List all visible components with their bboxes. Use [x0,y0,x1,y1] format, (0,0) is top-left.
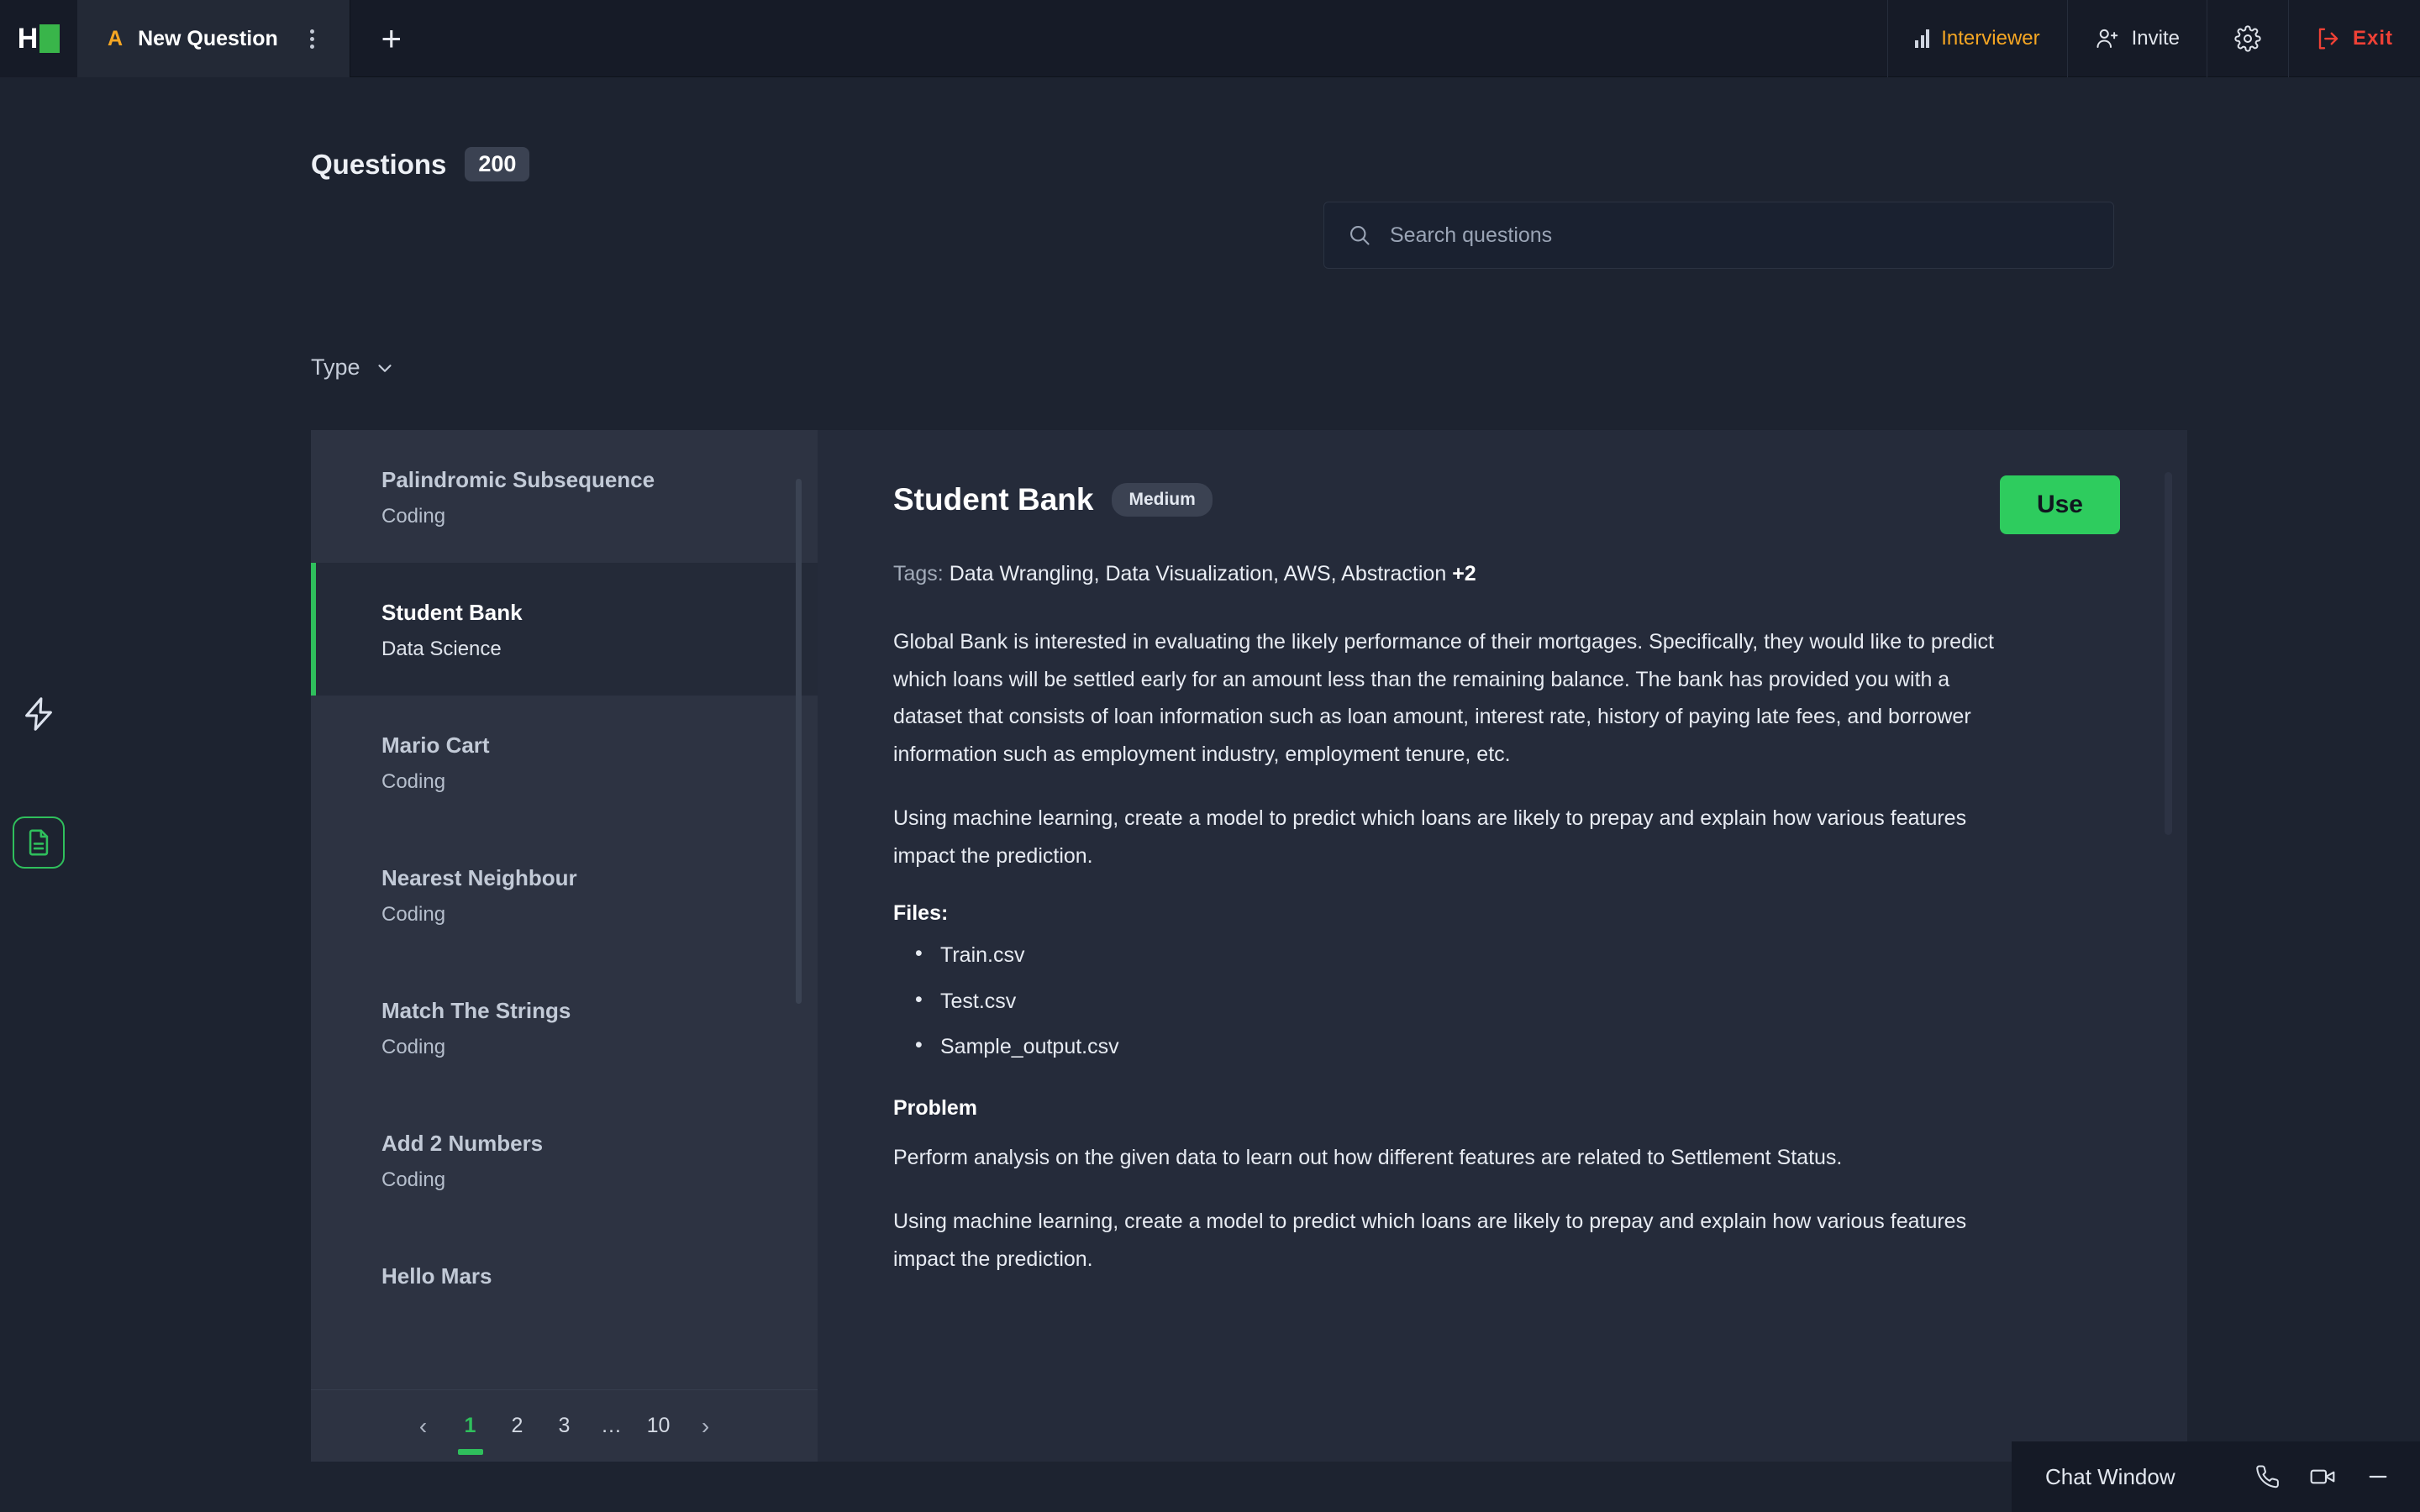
list-item[interactable]: Nearest Neighbour Coding [311,828,818,961]
tab-title: New Question [138,26,278,50]
question-detail-panel: Student Bank Medium Use Tags: Data Wrang… [818,430,2187,1462]
difficulty-badge: Medium [1112,483,1213,517]
document-icon[interactable] [13,816,65,869]
question-list-panel: Palindromic Subsequence Coding Student B… [311,430,818,1462]
files-list: Train.csv Test.csv Sample_output.csv [915,942,2120,1059]
question-name: Nearest Neighbour [381,865,577,890]
question-type: Coding [381,1168,446,1191]
bar-chart-icon [1915,29,1930,48]
pagination-ellipsis: … [601,1414,622,1437]
add-tab-button[interactable]: + [350,0,433,77]
pagination: ‹ 1 2 3 … 10 › [311,1389,818,1462]
question-type: Coding [381,505,446,528]
top-bar-spacer [433,0,1887,76]
hackerrank-logo[interactable]: H [0,0,77,77]
interviewer-button[interactable]: Interviewer [1887,0,2066,77]
question-list: Palindromic Subsequence Coding Student B… [311,430,818,1462]
file-item: Train.csv [915,942,2120,968]
question-type: Coding [381,903,446,926]
search-questions-box[interactable]: Search questions [1323,202,2114,269]
question-name: Student Bank [381,600,523,625]
tab-avatar: A [108,26,124,50]
chevron-down-icon [374,357,396,379]
exit-icon [2316,26,2341,51]
question-name: Match The Strings [381,998,571,1023]
tags-row: Tags: Data Wrangling, Data Visualization… [893,562,2120,586]
lightning-bolt-icon[interactable] [19,695,58,733]
problem-heading: Problem [893,1095,978,1120]
question-type: Data Science [381,638,502,660]
minimize-icon[interactable] [2365,1463,2391,1490]
logo-green-square [39,24,60,53]
detail-body: Global Bank is interested in evaluating … [893,623,2120,1278]
pagination-next[interactable]: › [682,1413,729,1440]
tab-new-question[interactable]: A New Question [77,0,350,77]
pagination-prev[interactable]: ‹ [400,1413,447,1440]
search-icon [1348,223,1371,247]
list-item[interactable]: Palindromic Subsequence Coding [311,430,818,563]
problem-paragraph-2: Using machine learning, create a model t… [893,1210,1967,1271]
chat-actions [2255,1463,2391,1490]
pagination-page-3[interactable]: 3 [541,1414,588,1438]
pagination-page-2[interactable]: 2 [494,1414,541,1438]
phone-icon[interactable] [2255,1464,2281,1489]
detail-scrollbar[interactable] [2165,472,2172,835]
gear-icon [2234,25,2261,52]
main-content: Questions 200 Search questions Type Pali… [77,77,2420,1512]
file-item: Test.csv [915,989,2120,1014]
invite-label: Invite [2131,27,2180,50]
tags-more-count[interactable]: +2 [1452,562,1476,585]
top-bar: H A New Question + Interviewer Invite Ex… [0,0,2420,77]
kebab-menu-icon[interactable] [293,24,326,54]
chat-window-title: Chat Window [2045,1463,2175,1489]
question-name: Add 2 Numbers [381,1131,544,1156]
description-paragraph-2: Using machine learning, create a model t… [893,806,1967,868]
question-name: Palindromic Subsequence [381,467,655,492]
page-header: Questions 200 [311,147,530,181]
user-add-icon [2095,26,2120,51]
tags-value: Data Wrangling, Data Visualization, AWS,… [949,562,1447,585]
question-count-badge: 200 [465,147,530,181]
pagination-page-1[interactable]: 1 [447,1414,494,1438]
list-item[interactable]: Hello Mars [311,1226,818,1359]
problem-paragraph-1: Perform analysis on the given data to le… [893,1145,1843,1169]
detail-title: Student Bank [893,482,1094,517]
use-button[interactable]: Use [1999,475,2120,534]
type-filter-label: Type [311,354,360,380]
list-item[interactable]: Add 2 Numbers Coding [311,1094,818,1226]
logo-letter-h: H [17,23,39,55]
file-item: Sample_output.csv [915,1034,2120,1059]
video-camera-icon[interactable] [2309,1463,2336,1490]
interviewer-label: Interviewer [1941,27,2040,50]
exit-label: Exit [2352,27,2393,50]
chat-window-bar[interactable]: Chat Window [2012,1441,2420,1512]
invite-button[interactable]: Invite [2066,0,2207,77]
pagination-page-10[interactable]: 10 [635,1414,682,1438]
question-type: Coding [381,1036,446,1058]
question-list-scrollbar[interactable] [796,479,802,1004]
list-item-selected[interactable]: Student Bank Data Science [311,563,818,696]
question-name: Hello Mars [381,1263,492,1289]
list-item[interactable]: Match The Strings Coding [311,961,818,1094]
files-heading: Files: [893,901,949,925]
list-item[interactable]: Mario Cart Coding [311,696,818,828]
exit-button[interactable]: Exit [2287,0,2420,77]
question-name: Mario Cart [381,732,490,758]
detail-header: Student Bank Medium Use [893,475,2120,534]
search-input[interactable]: Search questions [1390,223,1552,248]
tags-label: Tags: [893,562,944,585]
left-rail [0,77,77,1512]
type-filter-dropdown[interactable]: Type [311,354,396,381]
question-type: Coding [381,770,446,793]
settings-button[interactable] [2206,0,2288,77]
page-title: Questions [311,148,447,180]
description-paragraph-1: Global Bank is interested in evaluating … [893,630,1994,766]
